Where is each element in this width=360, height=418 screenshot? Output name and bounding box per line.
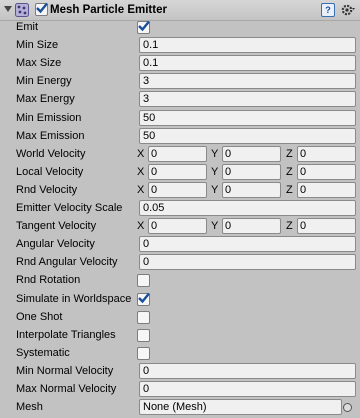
label-one-shot: One Shot xyxy=(16,311,63,323)
label-max-normal-velocity: Max Normal Velocity xyxy=(16,383,117,395)
systematic-checkbox[interactable] xyxy=(137,347,150,360)
label-min-emission: Min Emission xyxy=(16,112,82,124)
component-enabled-checkbox[interactable] xyxy=(35,2,48,16)
max-normal-velocity-field[interactable]: 0 xyxy=(139,381,356,397)
row-max-energy: Max Energy 3 xyxy=(0,90,360,108)
label-emitter-velocity-scale: Emitter Velocity Scale xyxy=(16,202,123,214)
row-angular-velocity: Angular Velocity 0 xyxy=(0,235,360,253)
label-interpolate-triangles: Interpolate Triangles xyxy=(16,329,116,341)
local-velocity-x-field[interactable]: 0 xyxy=(148,164,207,180)
local-velocity-y-label: Y xyxy=(211,166,219,178)
angular-velocity-field[interactable]: 0 xyxy=(139,236,356,252)
rnd-velocity-y-label: Y xyxy=(211,184,219,196)
label-min-energy: Min Energy xyxy=(16,75,72,87)
tangent-velocity-x-field[interactable]: 0 xyxy=(148,218,207,234)
row-min-emission: Min Emission 50 xyxy=(0,109,360,127)
gear-icon[interactable] xyxy=(340,2,356,18)
rnd-velocity-x-field[interactable]: 0 xyxy=(148,182,207,198)
emitter-velocity-scale-field[interactable]: 0.05 xyxy=(139,200,356,216)
particle-emitter-icon xyxy=(15,3,29,17)
world-velocity-x-label: X xyxy=(137,148,145,160)
row-rnd-rotation: Rnd Rotation xyxy=(0,271,360,289)
local-velocity-z-field[interactable]: 0 xyxy=(297,164,356,180)
world-velocity-y-label: Y xyxy=(211,148,219,160)
label-world-velocity: World Velocity xyxy=(16,148,86,160)
tangent-velocity-z-field[interactable]: 0 xyxy=(297,218,356,234)
min-normal-velocity-field[interactable]: 0 xyxy=(139,363,356,379)
world-velocity-z-label: Z xyxy=(286,148,293,160)
row-emit: Emit xyxy=(0,18,360,36)
label-min-normal-velocity: Min Normal Velocity xyxy=(16,365,114,377)
label-simulate-in-worldspace: Simulate in Worldspace xyxy=(16,293,132,305)
interpolate-triangles-checkbox[interactable] xyxy=(137,329,150,342)
rnd-angular-velocity-field[interactable]: 0 xyxy=(139,254,356,270)
label-systematic: Systematic xyxy=(16,347,70,359)
help-icon[interactable]: ? xyxy=(321,3,335,17)
row-local-velocity: Local Velocity X 0 Y 0 Z 0 xyxy=(0,163,360,181)
row-world-velocity: World Velocity X 0 Y 0 Z 0 xyxy=(0,145,360,163)
world-velocity-z-field[interactable]: 0 xyxy=(297,146,356,162)
one-shot-checkbox[interactable] xyxy=(137,311,150,324)
row-min-energy: Min Energy 3 xyxy=(0,72,360,90)
label-rnd-velocity: Rnd Velocity xyxy=(16,184,78,196)
rnd-velocity-z-label: Z xyxy=(286,184,293,196)
label-emit: Emit xyxy=(16,21,38,33)
simulate-in-worldspace-checkbox[interactable] xyxy=(137,292,150,306)
rnd-velocity-x-label: X xyxy=(137,184,145,196)
min-size-field[interactable]: 0.1 xyxy=(139,37,356,53)
min-emission-field[interactable]: 50 xyxy=(139,110,356,126)
row-one-shot: One Shot xyxy=(0,308,360,326)
label-angular-velocity: Angular Velocity xyxy=(16,238,95,250)
row-simulate-in-worldspace: Simulate in Worldspace xyxy=(0,290,360,308)
label-rnd-rotation: Rnd Rotation xyxy=(16,274,81,286)
world-velocity-x-field[interactable]: 0 xyxy=(148,146,207,162)
foldout-arrow-icon[interactable] xyxy=(4,6,12,12)
row-tangent-velocity: Tangent Velocity X 0 Y 0 Z 0 xyxy=(0,217,360,235)
world-velocity-y-field[interactable]: 0 xyxy=(222,146,281,162)
row-min-size: Min Size 0.1 xyxy=(0,36,360,54)
local-velocity-y-field[interactable]: 0 xyxy=(222,164,281,180)
row-mesh: Mesh None (Mesh) xyxy=(0,398,360,416)
local-velocity-z-label: Z xyxy=(286,166,293,178)
rnd-velocity-z-field[interactable]: 0 xyxy=(297,182,356,198)
row-rnd-angular-velocity: Rnd Angular Velocity 0 xyxy=(0,253,360,271)
row-max-emission: Max Emission 50 xyxy=(0,127,360,145)
tangent-velocity-y-label: Y xyxy=(211,220,219,232)
label-rnd-angular-velocity: Rnd Angular Velocity xyxy=(16,256,118,268)
label-mesh: Mesh xyxy=(16,401,43,413)
label-min-size: Min Size xyxy=(16,39,59,51)
label-max-emission: Max Emission xyxy=(16,130,85,142)
max-energy-field[interactable]: 3 xyxy=(139,91,356,107)
rnd-rotation-checkbox[interactable] xyxy=(137,274,150,287)
tangent-velocity-z-label: Z xyxy=(286,220,293,232)
label-max-size: Max Size xyxy=(16,57,62,69)
rnd-velocity-y-field[interactable]: 0 xyxy=(222,182,281,198)
tangent-velocity-x-label: X xyxy=(137,220,145,232)
tangent-velocity-y-field[interactable]: 0 xyxy=(222,218,281,234)
label-tangent-velocity: Tangent Velocity xyxy=(16,220,97,232)
emit-checkbox[interactable] xyxy=(137,20,150,34)
row-rnd-velocity: Rnd Velocity X 0 Y 0 Z 0 xyxy=(0,181,360,199)
row-interpolate-triangles: Interpolate Triangles xyxy=(0,326,360,344)
row-max-size: Max Size 0.1 xyxy=(0,54,360,72)
label-max-energy: Max Energy xyxy=(16,93,75,105)
component-title: Mesh Particle Emitter xyxy=(50,4,167,16)
max-emission-field[interactable]: 50 xyxy=(139,128,356,144)
label-local-velocity: Local Velocity xyxy=(16,166,84,178)
row-max-normal-velocity: Max Normal Velocity 0 xyxy=(0,380,360,398)
object-picker-icon[interactable] xyxy=(343,403,352,412)
mesh-object-field[interactable]: None (Mesh) xyxy=(139,399,342,415)
local-velocity-x-label: X xyxy=(137,166,145,178)
min-energy-field[interactable]: 3 xyxy=(139,73,356,89)
row-min-normal-velocity: Min Normal Velocity 0 xyxy=(0,362,360,380)
max-size-field[interactable]: 0.1 xyxy=(139,55,356,71)
row-systematic: Systematic xyxy=(0,344,360,362)
row-emitter-velocity-scale: Emitter Velocity Scale 0.05 xyxy=(0,199,360,217)
